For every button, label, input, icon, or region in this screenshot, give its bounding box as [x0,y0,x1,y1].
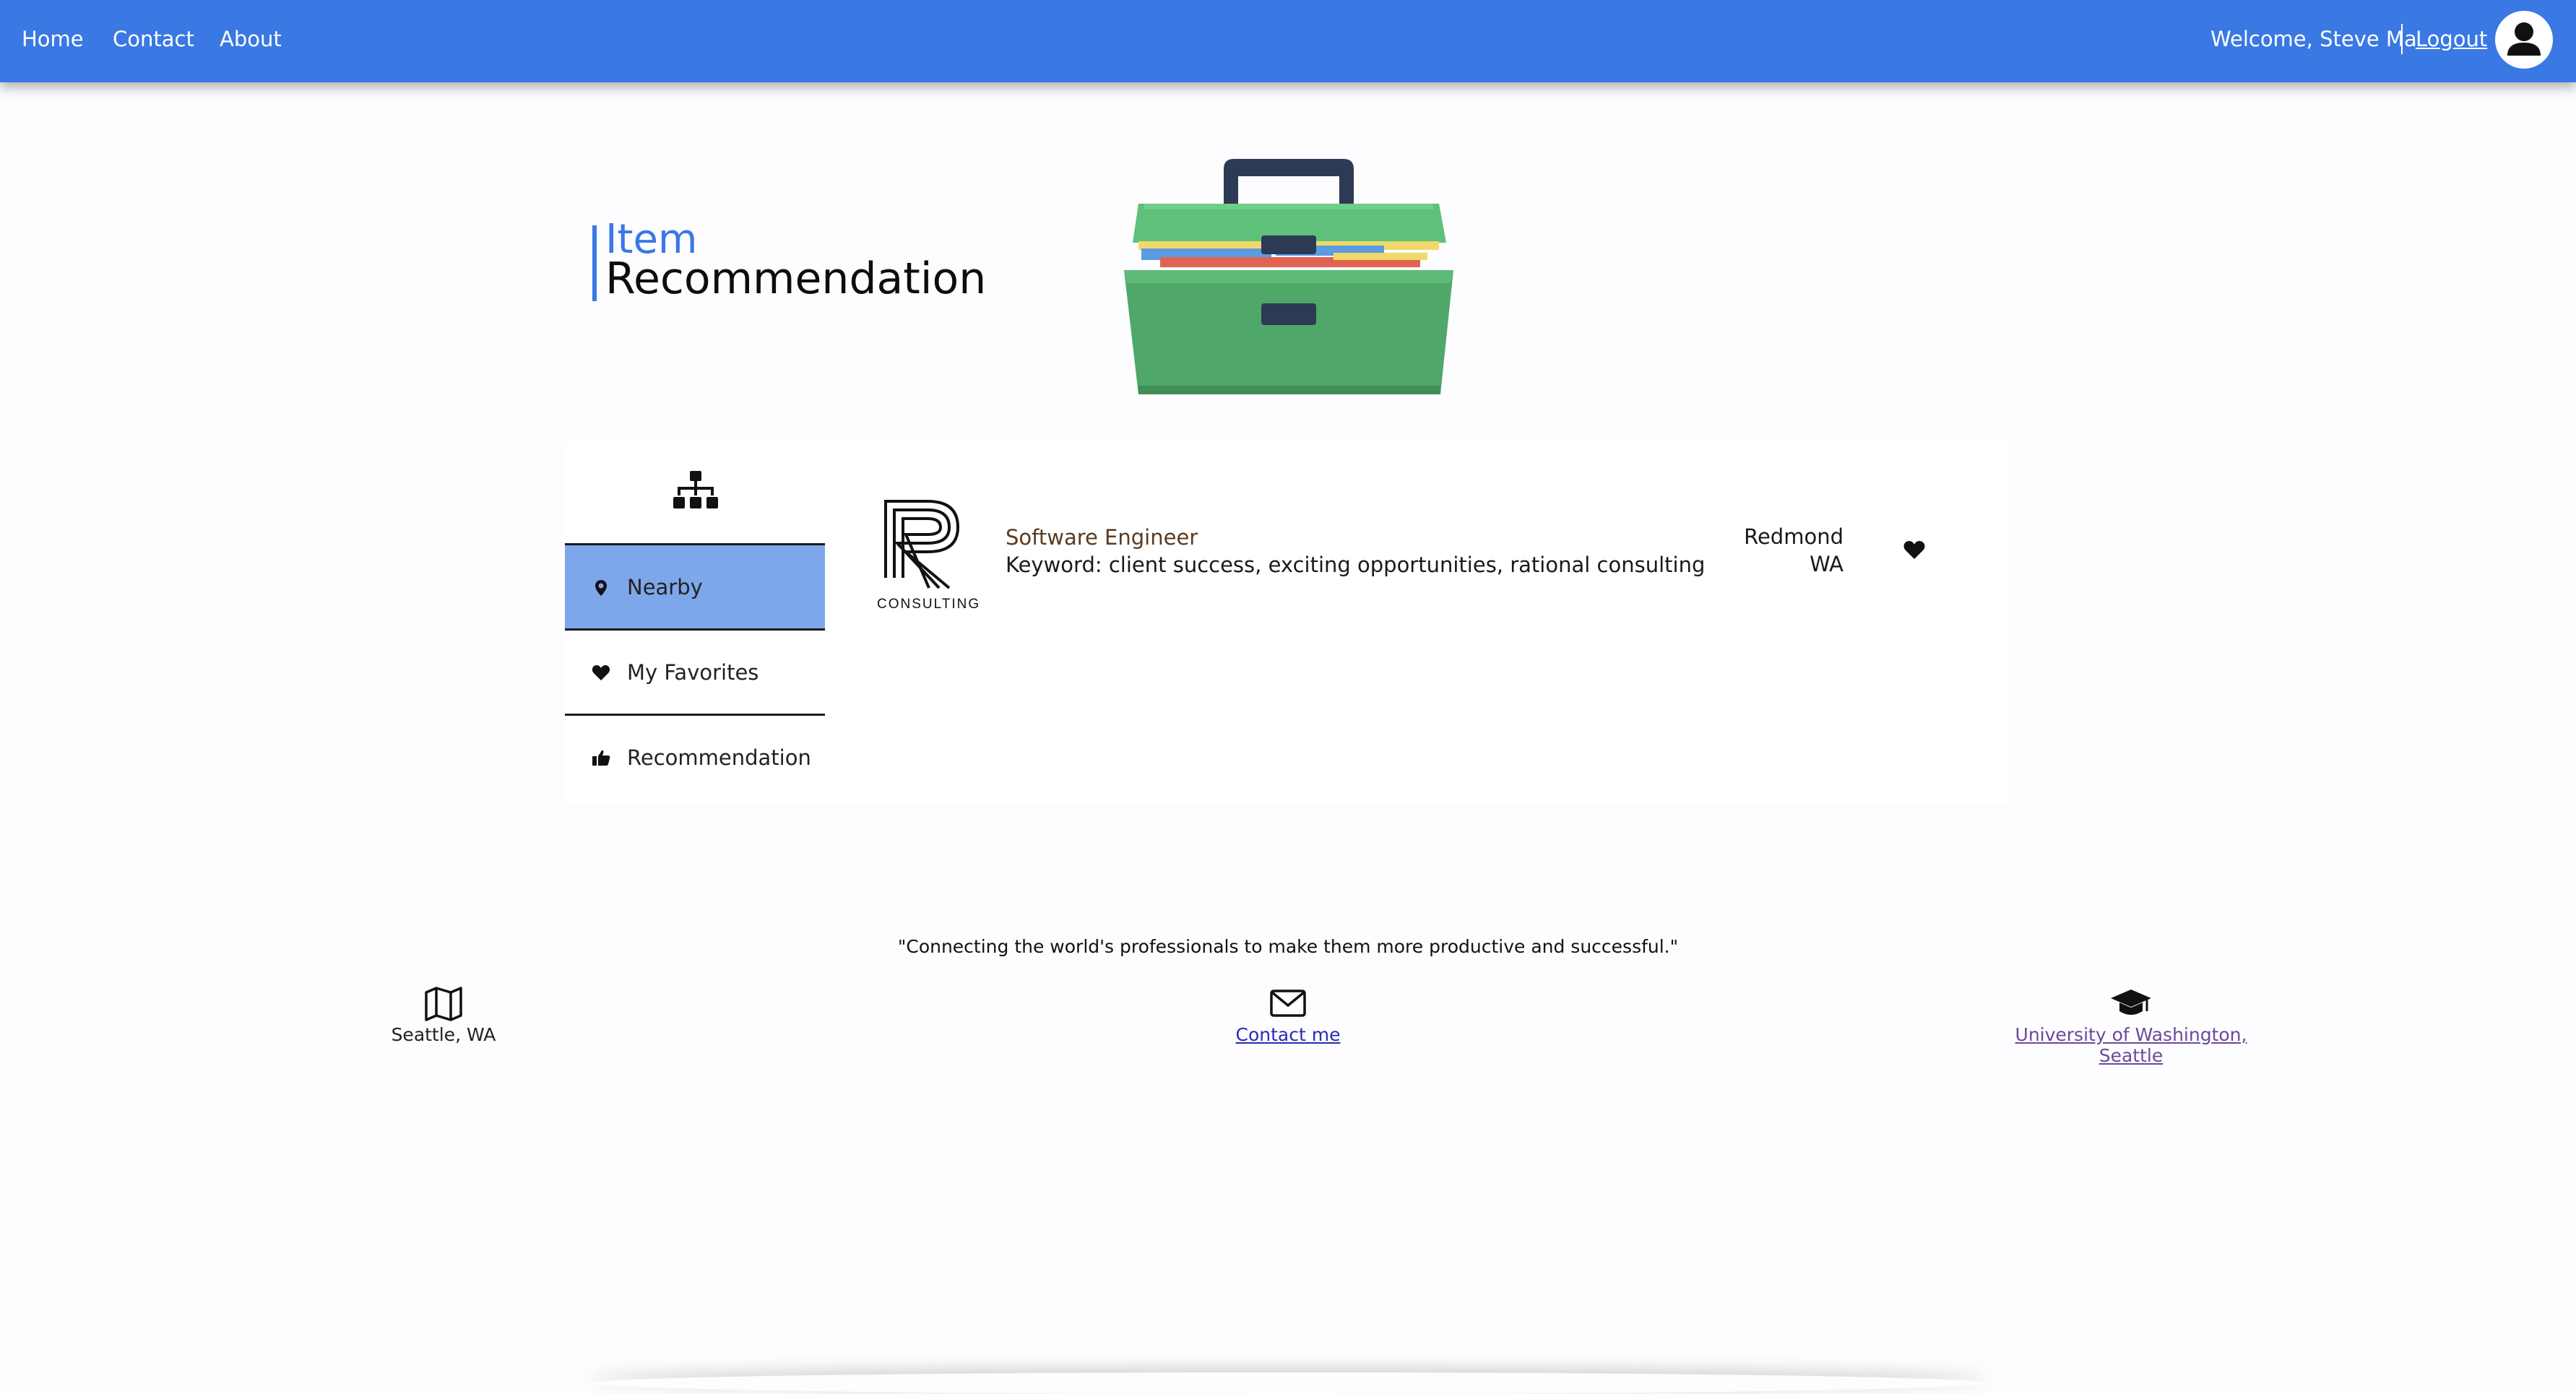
envelope-icon [1270,990,1306,1017]
nav-contact-link[interactable]: Contact [113,26,194,52]
contact-me-link[interactable]: Contact me [1236,1024,1341,1045]
heart-icon [592,665,610,680]
map-marker-icon [595,580,607,596]
nav-home-link[interactable]: Home [22,26,84,52]
toolbox-illustration [1124,159,1453,394]
sidebar-item-label: My Favorites [627,660,759,685]
footer-quote: "Connecting the world's professionals to… [897,936,1679,957]
nav-divider [2401,24,2403,54]
favorite-heart-icon[interactable] [1903,539,1926,560]
university-link[interactable]: University of Washington, Seattle [2015,1024,2247,1066]
main-panel: Nearby My Favorites Recommendation CONSU… [565,442,2008,803]
job-title[interactable]: Software Engineer [1006,524,1198,550]
welcome-text: Welcome, Steve Ma [2210,27,2417,51]
sidebar-item-label: Recommendation [627,745,811,770]
sidebar-item-nearby[interactable]: Nearby [565,543,825,628]
nav-about-link[interactable]: About [220,26,282,52]
sidebar-item-label: Nearby [627,575,703,599]
sitemap-icon [673,471,718,508]
footer-contact: Contact me [1144,985,1432,1045]
bottom-edge-shadow [592,1372,1987,1394]
sidebar-header [565,442,825,543]
footer-school: University of Washington, Seattle [1987,985,2275,1066]
footer-location-text: Seattle, WA [391,1024,496,1045]
graduation-cap-icon [2111,990,2151,1015]
logout-link[interactable]: Logout [2416,26,2487,52]
page-title-line2: Recommendation [605,254,987,304]
title-accent-bar [592,225,597,301]
job-city: Redmond [1744,524,1844,549]
map-icon [425,987,462,1021]
footer-location: Seattle, WA [299,985,588,1045]
top-navbar: Home Contact About Welcome, Steve Ma Log… [0,0,2576,82]
job-keywords: Keyword: client success, exciting opport… [1006,553,1706,577]
company-logo: CONSULTING [877,500,980,612]
sidebar-item-favorites[interactable]: My Favorites [565,628,825,714]
sidebar-item-recommendation[interactable]: Recommendation [565,714,825,803]
thumbs-up-icon [592,750,610,766]
avatar[interactable] [2495,11,2553,69]
job-location: Redmond WA [1744,523,1844,578]
logo-text: CONSULTING [877,597,980,612]
user-icon [2507,22,2541,56]
job-state: WA [1810,552,1844,576]
